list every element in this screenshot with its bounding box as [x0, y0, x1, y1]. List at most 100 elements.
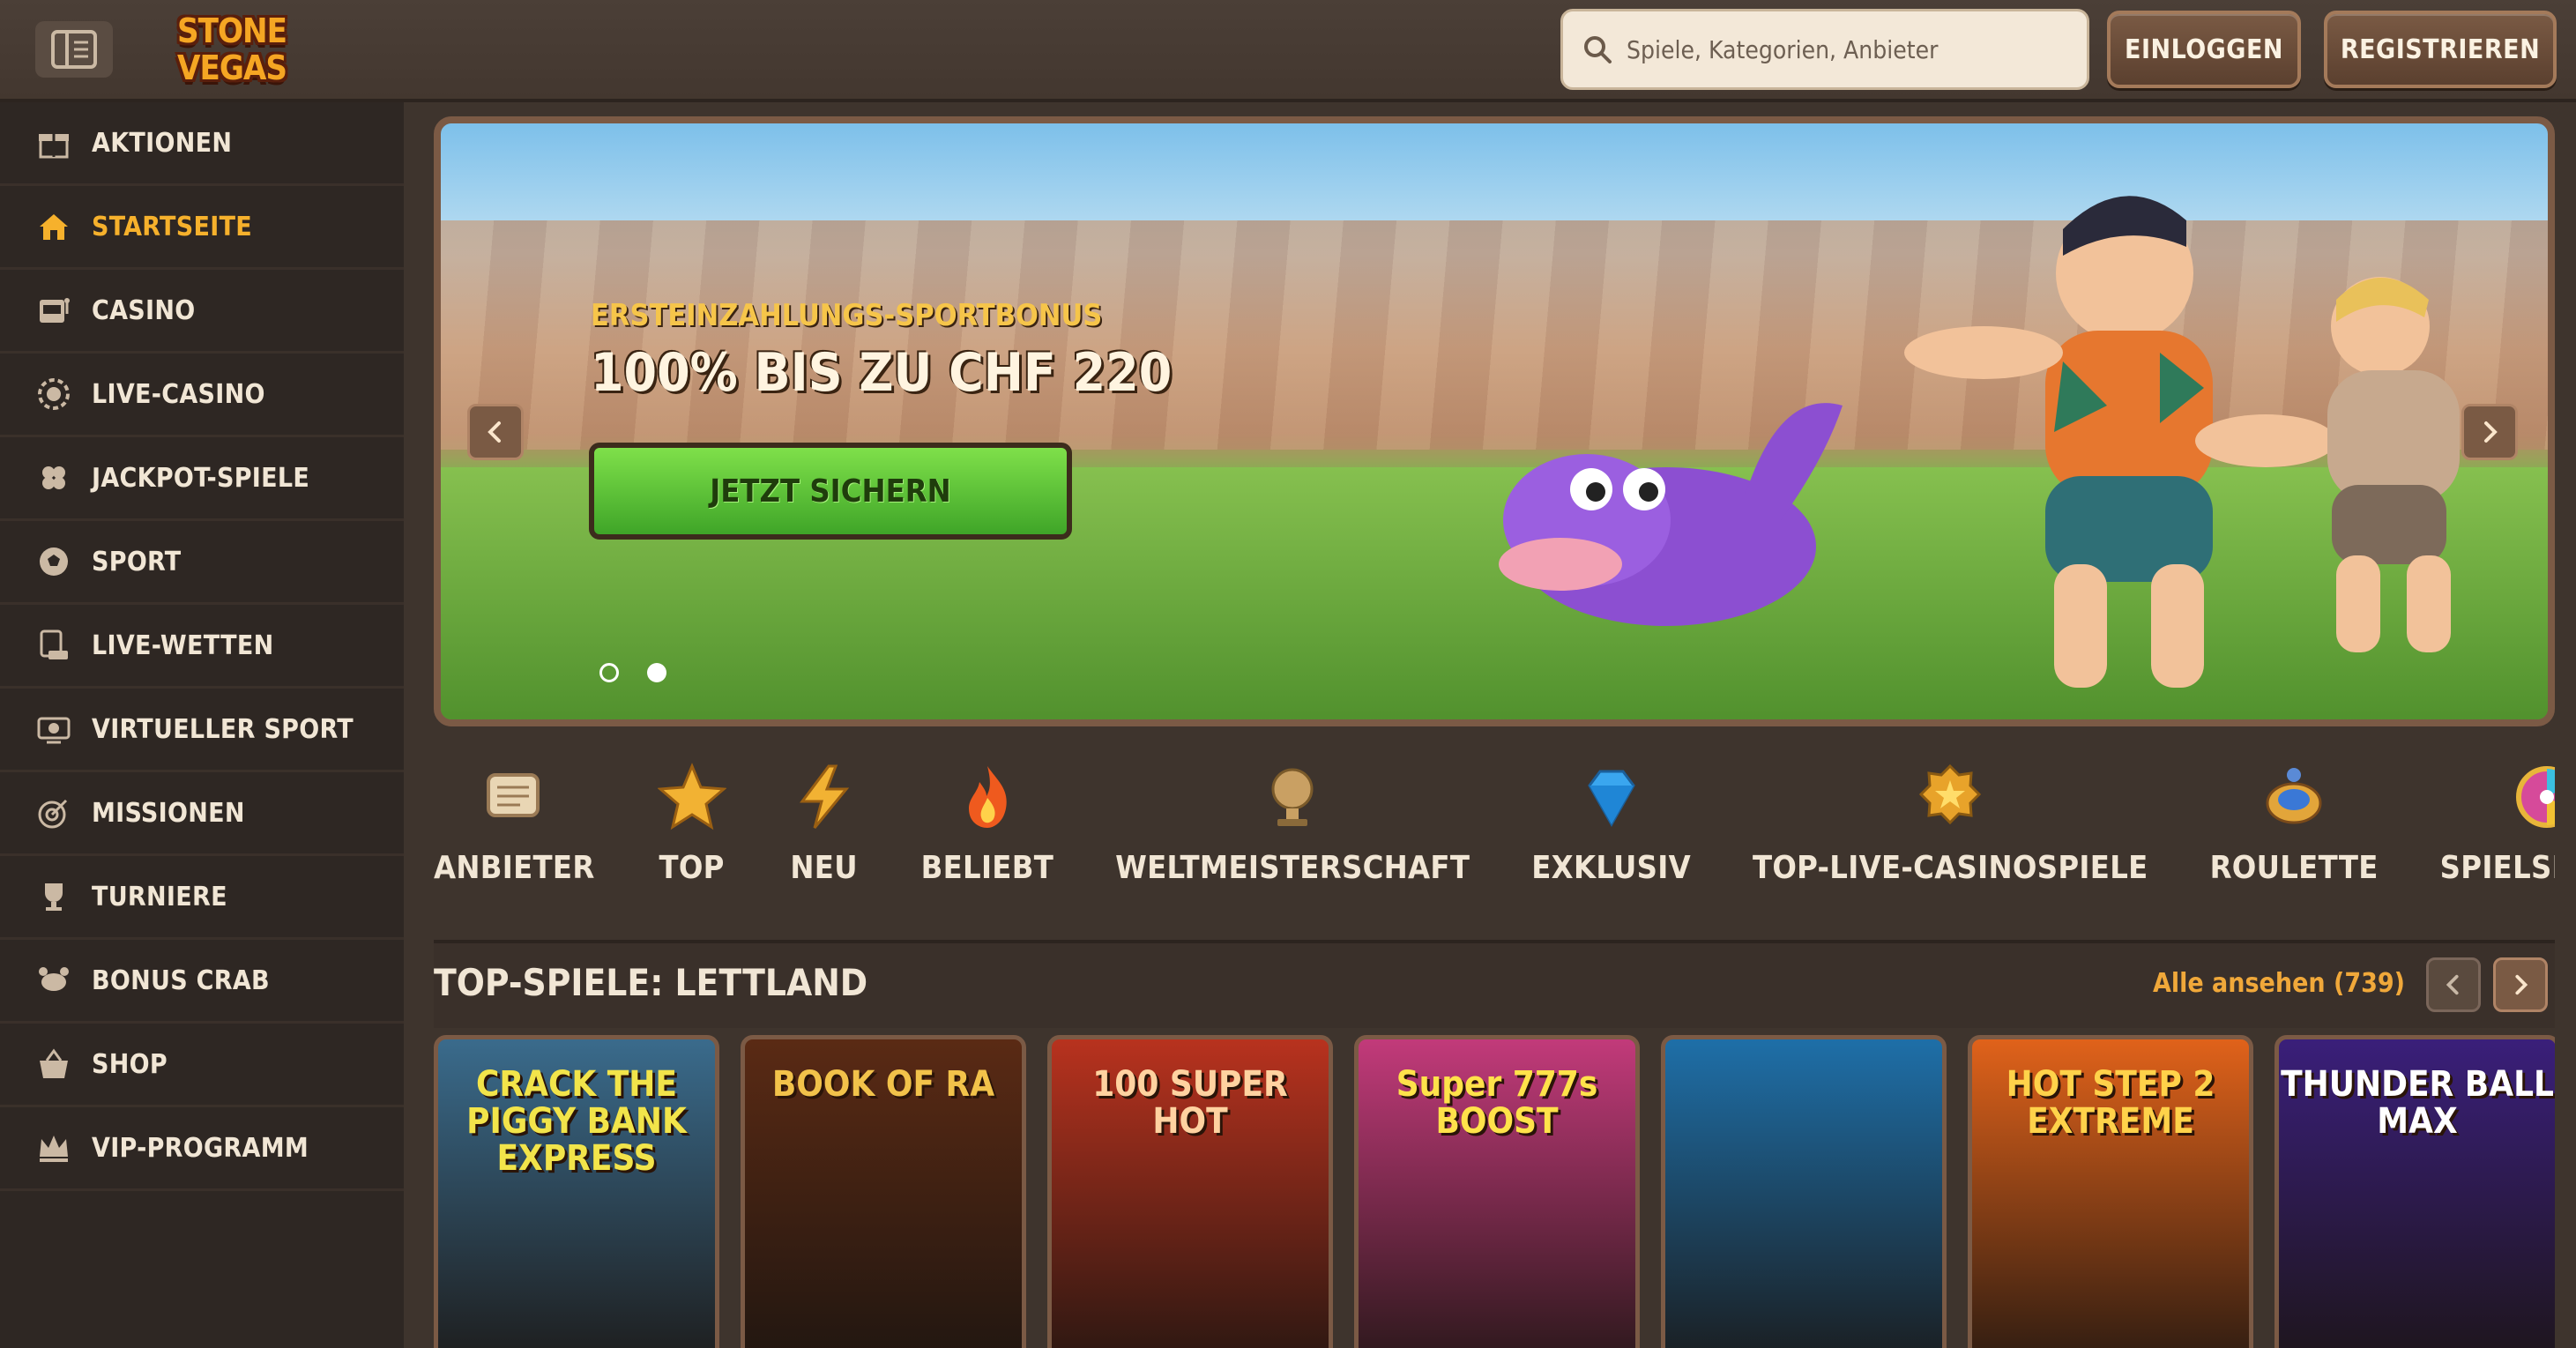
search-input[interactable]	[1625, 34, 2069, 65]
game-title: THUNDER BALL MAX	[2281, 1064, 2554, 1142]
sidebar-item-label: MISSIONEN	[92, 797, 245, 829]
game-title: HOT STEP 2 EXTREME	[2006, 1064, 2215, 1142]
sidebar-item-live-casino[interactable]: LIVE-CASINO	[0, 354, 404, 437]
sidebar-item-label: VIP-PROGRAMM	[92, 1132, 309, 1164]
chevron-right-icon	[2484, 421, 2498, 443]
sidebar-item-label: VIRTUELLER SPORT	[92, 713, 354, 745]
category-bar: ANBIETER TOP NEU BELIEBT WELTMEISTERSCHAFT EX…	[434, 749, 2555, 917]
category-top[interactable]: TOP	[657, 749, 727, 917]
target-icon	[34, 793, 74, 833]
sidebar-toggle-icon	[51, 30, 97, 69]
game-tile[interactable]: HOT STEP 2 EXTREME	[1968, 1035, 2253, 1348]
game-tile[interactable]	[1661, 1035, 1947, 1348]
top-bar: STONE VEGAS EINLOGGEN REGISTRIEREN	[0, 0, 2576, 102]
basket-icon	[34, 1044, 74, 1084]
banner-eyebrow: ERSTEINZAHLUNGS-SPORTBONUS	[591, 298, 1103, 333]
sidebar-item-turniere[interactable]: TURNIERE	[0, 856, 404, 940]
sidebar-item-missionen[interactable]: MISSIONEN	[0, 772, 404, 856]
search-icon	[1584, 36, 1612, 63]
section-title: TOP-SPIELE: LETTLAND	[434, 961, 868, 1004]
sidebar-item-label: SPORT	[92, 546, 182, 577]
category-weltmeisterschaft[interactable]: WELTMEISTERSCHAFT	[1115, 749, 1470, 917]
search-bar[interactable]	[1560, 9, 2089, 90]
game-tile[interactable]: 100 SUPER HOT	[1047, 1035, 1333, 1348]
game-title: 100 SUPER HOT	[1092, 1064, 1288, 1142]
diamond-icon	[1576, 762, 1647, 832]
sidebar-item-bonus-crab[interactable]: BONUS CRAB	[0, 940, 404, 1024]
chevron-left-icon	[2446, 974, 2459, 995]
game-title: CRACK THE PIGGY BANK EXPRESS	[466, 1064, 687, 1179]
register-button[interactable]: REGISTRIEREN	[2324, 11, 2557, 88]
category-label: TOP	[659, 850, 725, 886]
banner-dot-1[interactable]	[599, 663, 619, 682]
sidebar-item-label: TURNIERE	[92, 881, 227, 912]
game-tile[interactable]: CRACK THE PIGGY BANK EXPRESS	[434, 1035, 719, 1348]
top-games-header: TOP-SPIELE: LETTLAND Alle ansehen (739)	[434, 940, 2555, 1028]
game-tile[interactable]: BOOK OF RA	[741, 1035, 1026, 1348]
games-next-button[interactable]	[2493, 957, 2548, 1012]
category-label: ANBIETER	[434, 850, 595, 886]
sidebar: AKTIONEN STARTSEITE CASINO LIVE-CASINO JACKP…	[0, 102, 404, 1348]
category-label: ROULETTE	[2209, 850, 2379, 886]
trophy-ball-icon	[1257, 762, 1328, 832]
category-top-live-casinospiele[interactable]: TOP-LIVE-CASINOSPIELE	[1753, 749, 2148, 917]
sidebar-item-startseite[interactable]: STARTSEITE	[0, 186, 404, 270]
wheel-icon	[2512, 762, 2555, 832]
sidebar-nav: AKTIONEN STARTSEITE CASINO LIVE-CASINO JACKP…	[0, 102, 404, 1191]
category-neu[interactable]: NEU	[789, 749, 860, 917]
trophy-icon	[34, 876, 74, 917]
crown-icon	[34, 1128, 74, 1168]
live-betting-icon	[34, 625, 74, 666]
banner-dot-2[interactable]	[647, 663, 666, 682]
chip-icon	[34, 374, 74, 414]
scroll-icon	[479, 762, 549, 832]
category-label: SPIELSHOWS	[2439, 850, 2555, 886]
game-tile[interactable]: THUNDER BALL MAX	[2274, 1035, 2555, 1348]
sidebar-item-label: STARTSEITE	[92, 211, 253, 242]
banner-next-button[interactable]	[2461, 404, 2518, 460]
gift-icon	[34, 123, 74, 163]
chevron-left-icon	[488, 421, 501, 443]
fire-icon	[952, 762, 1023, 832]
site-logo[interactable]: STONE VEGAS	[148, 11, 316, 88]
sidebar-toggle-button[interactable]	[35, 21, 113, 78]
login-button[interactable]: EINLOGGEN	[2107, 11, 2301, 88]
sidebar-item-vip-programm[interactable]: VIP-PROGRAMM	[0, 1107, 404, 1191]
banner-prev-button[interactable]	[467, 404, 524, 460]
sidebar-item-jackpot-spiele[interactable]: JACKPOT-SPIELE	[0, 437, 404, 521]
sidebar-item-label: BONUS CRAB	[92, 964, 270, 996]
characters-illustration	[1499, 196, 2460, 688]
sidebar-item-aktionen[interactable]: AKTIONEN	[0, 102, 404, 186]
sidebar-item-live-wetten[interactable]: LIVE-WETTEN	[0, 605, 404, 689]
virtual-sport-icon	[34, 709, 74, 749]
sidebar-item-label: JACKPOT-SPIELE	[92, 462, 310, 494]
sidebar-item-virtueller-sport[interactable]: VIRTUELLER SPORT	[0, 689, 404, 772]
category-label: TOP-LIVE-CASINOSPIELE	[1752, 850, 2148, 886]
sidebar-item-shop[interactable]: SHOP	[0, 1024, 404, 1107]
sidebar-item-casino[interactable]: CASINO	[0, 270, 404, 354]
category-anbieter[interactable]: ANBIETER	[434, 749, 595, 917]
promo-banner[interactable]: ERSTEINZAHLUNGS-SPORTBONUS 100% BIS ZU C…	[434, 116, 2555, 726]
category-exklusiv[interactable]: EXKLUSIV	[1531, 749, 1691, 917]
lightning-icon	[789, 762, 860, 832]
games-row: CRACK THE PIGGY BANK EXPRESS BOOK OF RA 10…	[434, 1035, 2555, 1348]
category-label: BELIEBT	[920, 850, 1054, 886]
category-label: EXKLUSIV	[1531, 850, 1691, 886]
home-icon	[34, 206, 74, 247]
medal-icon	[1915, 762, 1985, 832]
banner-pagination	[599, 663, 666, 682]
sidebar-item-label: LIVE-CASINO	[92, 378, 265, 410]
sidebar-item-label: SHOP	[92, 1048, 168, 1080]
logo-line-2: VEGAS	[177, 48, 287, 87]
star-icon	[657, 762, 727, 832]
category-beliebt[interactable]: BELIEBT	[921, 749, 1054, 917]
sidebar-item-sport[interactable]: SPORT	[0, 521, 404, 605]
category-label: WELTMEISTERSCHAFT	[1115, 850, 1470, 886]
games-prev-button[interactable]	[2426, 957, 2481, 1012]
see-all-link[interactable]: Alle ansehen (739)	[2153, 968, 2405, 999]
category-roulette[interactable]: ROULETTE	[2210, 749, 2379, 917]
banner-cta-button[interactable]: JETZT SICHERN	[589, 443, 1072, 540]
logo-line-1: STONE	[177, 11, 287, 50]
game-tile[interactable]: Super 777s BOOST	[1354, 1035, 1640, 1348]
category-spielshows[interactable]: SPIELSHOWS	[2440, 749, 2555, 917]
